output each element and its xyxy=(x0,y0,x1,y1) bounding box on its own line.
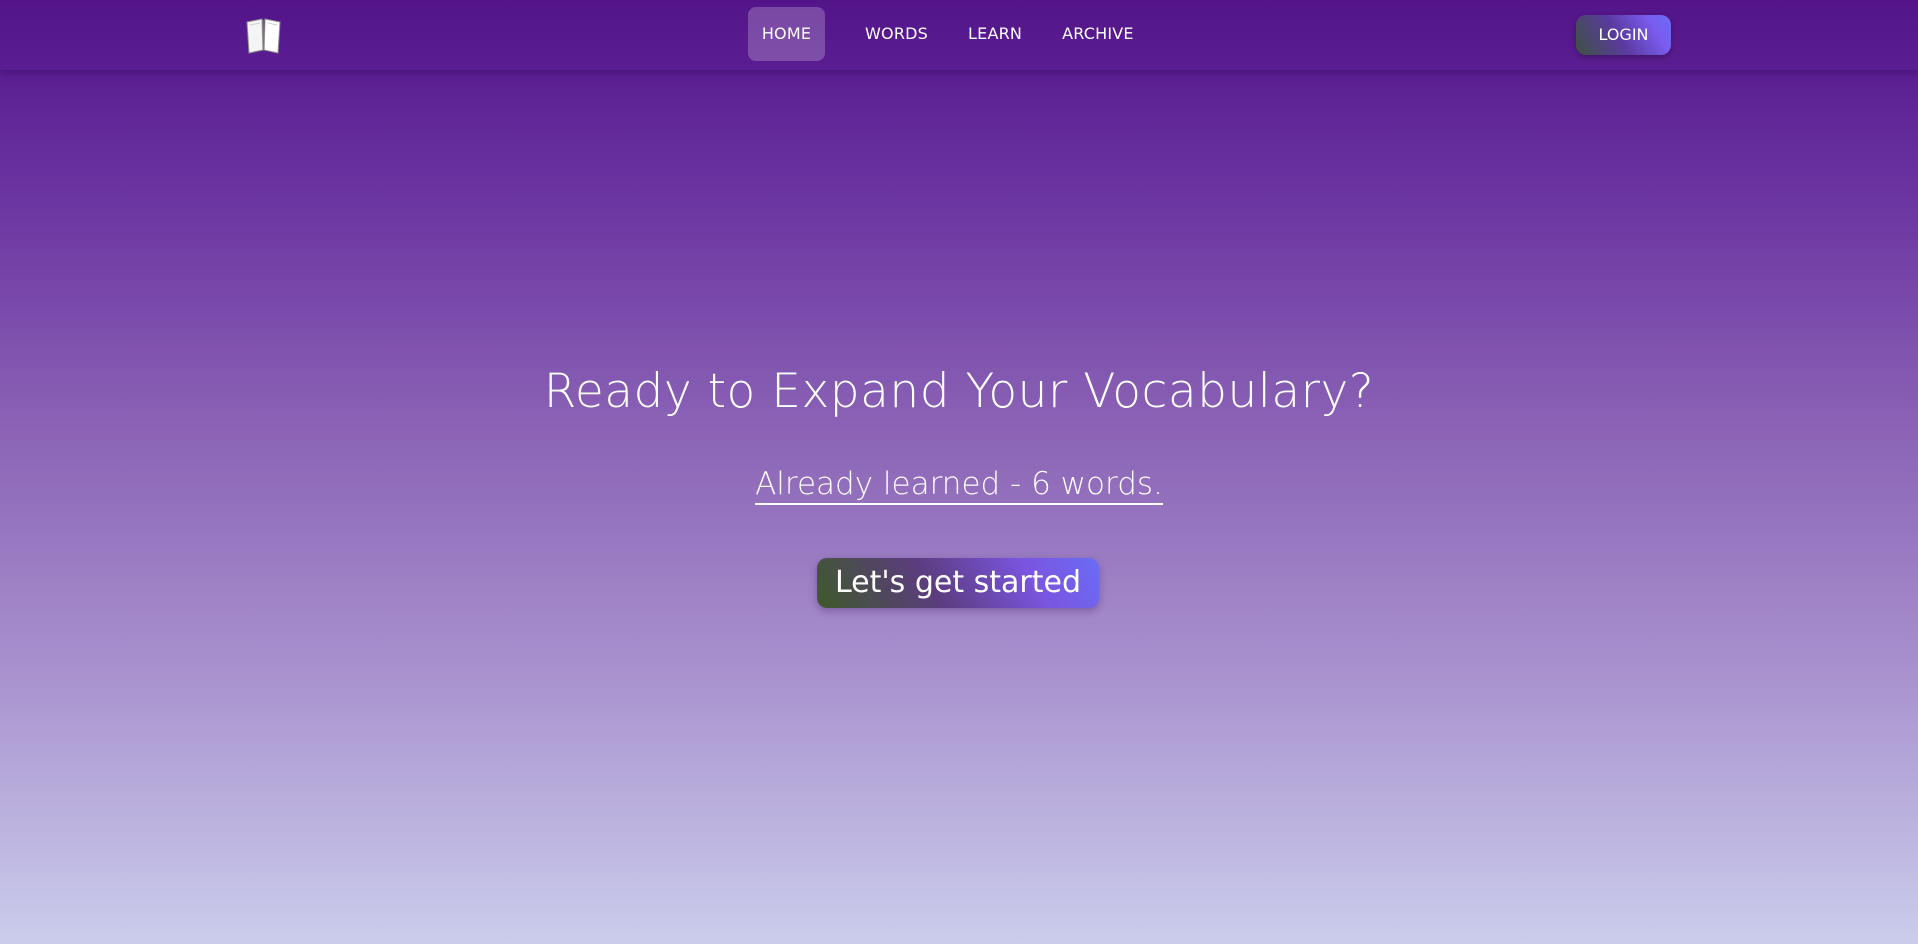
top-navbar: HOME WORDS LEARN ARCHIVE LOGIN xyxy=(0,0,1918,70)
main-nav: HOME WORDS LEARN ARCHIVE xyxy=(748,7,1158,61)
learned-count-link[interactable]: Already learned - 6 words. xyxy=(755,466,1163,505)
nav-learn-link[interactable]: LEARN xyxy=(952,7,1038,61)
nav-archive-link[interactable]: ARCHIVE xyxy=(1046,7,1150,61)
nav-home-link[interactable]: HOME xyxy=(748,7,825,61)
hero-title: Ready to Expand Your Vocabulary? xyxy=(543,364,1375,419)
learned-count-text: Already learned - 6 words. xyxy=(0,466,1918,505)
get-started-button[interactable]: Let's get started xyxy=(817,558,1099,608)
login-button[interactable]: LOGIN xyxy=(1576,15,1671,55)
nav-words-link[interactable]: WORDS xyxy=(849,7,944,61)
open-book-icon[interactable] xyxy=(244,16,284,54)
